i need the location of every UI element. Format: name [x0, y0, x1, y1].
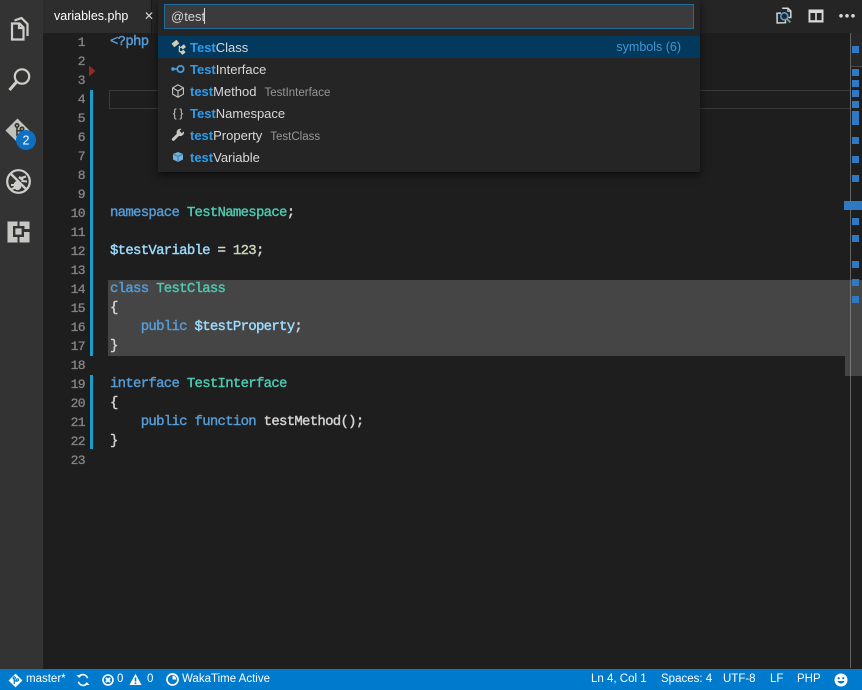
svg-text:2: 2 [23, 134, 30, 148]
svg-text:{ }: { } [173, 106, 183, 120]
